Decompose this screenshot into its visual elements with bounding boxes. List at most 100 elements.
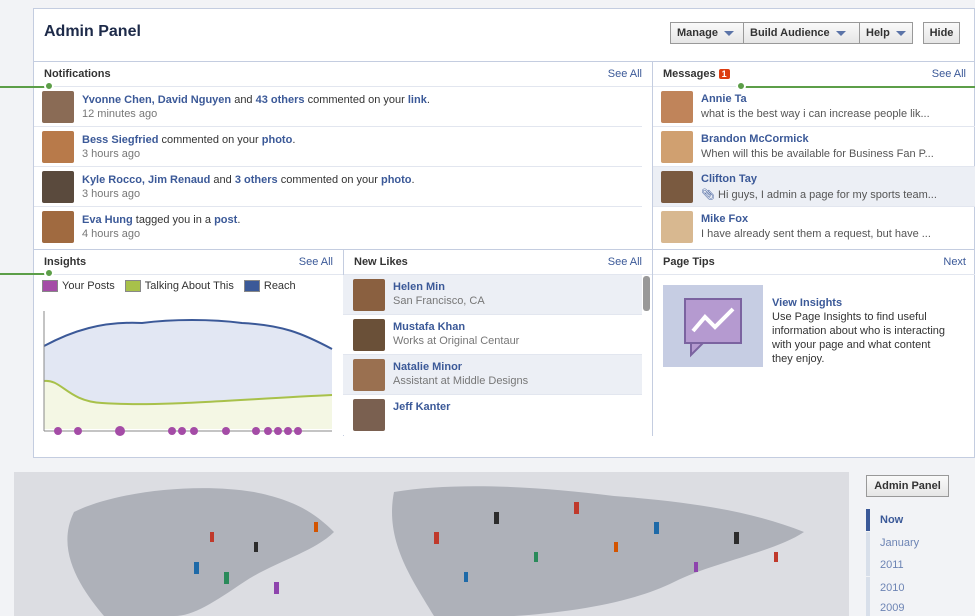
avatar [42, 131, 74, 163]
timeline-item-january[interactable]: January [866, 532, 946, 554]
notification-text: Eva Hung tagged you in a post. [82, 214, 241, 226]
help-label: Help [866, 27, 890, 39]
page-tip-text: View Insights Use Page Insights to find … [772, 296, 952, 366]
build-audience-label: Build Audience [750, 27, 830, 39]
attachment-icon: 📎︎ [701, 189, 719, 201]
notification-text: Yvonne Chen, David Nguyen and 43 others … [82, 94, 430, 106]
message-preview: 📎︎ Hi guys, I admin a page for my sports… [701, 189, 937, 201]
new-like-item[interactable]: Jeff Kanter [343, 395, 642, 435]
insights-see-all[interactable]: See All [299, 256, 333, 268]
like-name: Helen Min [393, 281, 445, 293]
legend-swatch [124, 280, 141, 292]
continent-eurasia [392, 486, 804, 616]
notifications-title: Notifications [44, 68, 111, 80]
help-button[interactable]: Help [859, 22, 913, 44]
page-tip-body: Use Page Insights to find useful informa… [772, 311, 946, 365]
avatar [353, 359, 385, 391]
timeline-item-2011[interactable]: 2011 [866, 554, 946, 576]
callout-dot [44, 81, 54, 91]
callout-line [0, 273, 48, 275]
chevron-down-icon [835, 30, 846, 36]
notifications-header: Notifications See All [34, 61, 652, 87]
new-likes-header: New Likes See All [344, 249, 652, 275]
message-count-badge: 1 [718, 69, 730, 79]
admin-panel: Admin Panel Manage Build Audience Help H… [33, 8, 975, 458]
notification-text: Bess Siegfried commented on your photo. [82, 134, 296, 146]
view-insights-link[interactable]: View Insights [772, 296, 952, 310]
insights-header: Insights See All [34, 249, 343, 275]
messages-title: Messages [663, 68, 716, 80]
message-preview: what is the best way i can increase peop… [701, 108, 930, 120]
new-like-item[interactable]: Mustafa Khan Works at Original Centaur [343, 315, 642, 355]
new-like-item[interactable]: Natalie Minor Assistant at Middle Design… [343, 355, 642, 395]
notification-time: 4 hours ago [82, 228, 141, 240]
callout-dot [736, 81, 746, 91]
message-item[interactable]: Brandon McCormick When will this be avai… [653, 127, 975, 167]
message-preview: I have already sent them a request, but … [701, 228, 931, 240]
legend-swatch [42, 280, 58, 292]
avatar [353, 279, 385, 311]
manage-button[interactable]: Manage [670, 22, 744, 44]
callout-line [0, 86, 48, 88]
avatar [661, 211, 693, 243]
like-subtitle: San Francisco, CA [393, 295, 485, 307]
build-audience-button[interactable]: Build Audience [743, 22, 860, 44]
avatar [661, 171, 693, 203]
manage-label: Manage [677, 27, 718, 39]
avatar [42, 91, 74, 123]
message-sender: Annie Ta [701, 93, 747, 105]
avatar [661, 91, 693, 123]
avatar [661, 131, 693, 163]
new-like-item[interactable]: Helen Min San Francisco, CA [343, 275, 642, 315]
message-item[interactable]: Mike Fox I have already sent them a requ… [653, 207, 975, 247]
notification-time: 3 hours ago [82, 188, 141, 200]
message-item[interactable]: Clifton Tay 📎︎ Hi guys, I admin a page f… [653, 167, 975, 207]
message-item[interactable]: Annie Ta what is the best way i can incr… [653, 87, 975, 127]
page-tips-next[interactable]: Next [943, 256, 966, 268]
avatar [42, 171, 74, 203]
avatar [42, 211, 74, 243]
world-map [14, 472, 849, 616]
insights-legend: Your Posts Talking About This Reach [42, 280, 296, 292]
callout-dot [44, 268, 54, 278]
insights-chart-icon [663, 285, 763, 367]
new-likes-scrollbar[interactable] [643, 276, 650, 311]
new-likes-title: New Likes [354, 256, 408, 268]
notification-time: 3 hours ago [82, 148, 141, 160]
like-name: Mustafa Khan [393, 321, 466, 333]
message-preview: When will this be available for Business… [701, 148, 934, 160]
insights-chart [43, 311, 333, 436]
new-likes-see-all[interactable]: See All [608, 256, 642, 268]
chevron-down-icon [723, 30, 734, 36]
message-sender: Mike Fox [701, 213, 749, 225]
timeline-item-now[interactable]: Now [866, 509, 946, 531]
messages-header: Messages 1 See All [653, 61, 975, 87]
messages-see-all[interactable]: See All [932, 68, 966, 80]
timeline-item-2009[interactable]: 2009 [866, 599, 946, 616]
timeline-item-2010[interactable]: 2010 [866, 577, 946, 599]
hide-button[interactable]: Hide [923, 22, 960, 44]
message-sender: Brandon McCormick [701, 133, 809, 145]
notification-time: 12 minutes ago [82, 108, 158, 120]
notification-item[interactable]: Eva Hung tagged you in a post. 4 hours a… [34, 207, 642, 247]
page-tips-header: Page Tips Next [653, 249, 975, 275]
notification-item[interactable]: Bess Siegfried commented on your photo. … [34, 127, 642, 167]
continent-americas [67, 488, 334, 616]
admin-panel-button[interactable]: Admin Panel [866, 475, 949, 497]
avatar [353, 319, 385, 351]
avatar [353, 399, 385, 431]
like-name: Jeff Kanter [393, 401, 451, 413]
legend-label: Your Posts [62, 280, 115, 292]
notification-item[interactable]: Kyle Rocco, Jim Renaud and 3 others comm… [34, 167, 642, 207]
page-tips-title: Page Tips [663, 256, 715, 268]
like-subtitle: Assistant at Middle Designs [393, 375, 529, 387]
legend-swatch [243, 280, 260, 292]
message-sender: Clifton Tay [701, 173, 758, 185]
like-name: Natalie Minor [393, 361, 463, 373]
legend-label: Talking About This [144, 280, 234, 292]
callout-line [740, 86, 975, 88]
insights-title: Insights [44, 256, 87, 268]
notifications-see-all[interactable]: See All [608, 68, 642, 80]
notification-item[interactable]: Yvonne Chen, David Nguyen and 43 others … [34, 87, 642, 127]
hide-label: Hide [929, 27, 954, 39]
